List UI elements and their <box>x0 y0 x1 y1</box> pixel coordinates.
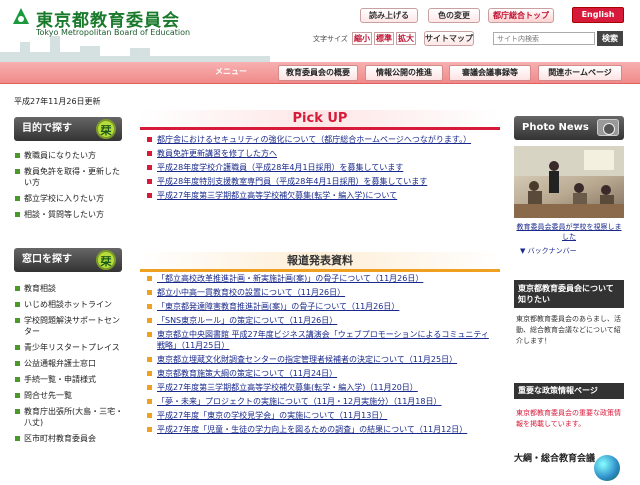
list-item[interactable]: 公益通報弁護士窓口 <box>14 358 126 369</box>
press-link[interactable]: 「SNS東京ルール」の策定について（11月26日） <box>157 316 337 325</box>
list-item: 都庁舎におけるセキュリティの強化について（都庁総合ホームページへつながります。） <box>146 134 496 145</box>
press-link[interactable]: 「都立高校改革推進計画・新実施計画(案)」の骨子について（11月26日） <box>157 274 423 283</box>
font-size-label: 文字サイズ <box>313 35 348 43</box>
font-standard-button[interactable]: 標準 <box>374 32 394 45</box>
policy-text: 東京都教育委員会の重要な政策情報を掲載しています。 <box>516 409 621 428</box>
news-photo[interactable] <box>514 146 624 218</box>
list-item[interactable]: 相談・質問等したい方 <box>14 209 126 220</box>
list-item: 「都立高校改革推進計画・新実施計画(案)」の骨子について（11月26日） <box>146 273 496 284</box>
header: 東京都教育委員会 Tokyo Metropolitan Board of Edu… <box>0 0 640 62</box>
list-item: 「SNS東京ルール」の策定について（11月26日） <box>146 315 496 326</box>
list-item: 平成27年度「児童・生徒の学力向上を図るための調査」の結果について（11月12日… <box>146 424 496 435</box>
tokyo-emblem-icon <box>13 8 29 24</box>
photo-news-title: Photo News <box>522 122 589 133</box>
list-item[interactable]: 学校問題解決サポートセンター <box>14 315 126 337</box>
know-board-text: 東京都教育委員会のあらまし、活動、総合教育会議などについて紹介します！ <box>516 315 621 345</box>
list-item[interactable]: 青少年リスタートプレイス <box>14 342 126 353</box>
press-link[interactable]: 東京都教育施策大綱の策定について（11月24日） <box>157 369 337 378</box>
list-item: 「夢・未来」プロジェクトの実施について（11月・12月実施分）（11月18日） <box>146 396 496 407</box>
list-item: 平成28年度特別支援教室専門員（平成28年4月1日採用）を募集しています <box>146 176 496 187</box>
list-item[interactable]: 教育相談 <box>14 283 126 294</box>
press-link[interactable]: 都立小中高一貫教育校の設置について（11月26日） <box>157 288 345 297</box>
site-subtitle: Tokyo Metropolitan Board of Education <box>36 28 191 37</box>
back-number-link[interactable]: ▼ バックナンバー <box>520 246 577 256</box>
list-item[interactable]: 都立学校に入りたい方 <box>14 193 126 204</box>
press-link[interactable]: 平成27年度「児童・生徒の学力向上を図るための調査」の結果について（11月12日… <box>157 425 467 434</box>
metro-top-button[interactable]: 都庁総合トップ <box>488 8 554 23</box>
list-item: 教員免許更新講習を修了した方へ <box>146 148 496 159</box>
list-item[interactable]: 教育庁出張所(大島・三宅・八丈) <box>14 406 126 428</box>
purpose-title: 目的で探す <box>22 123 72 134</box>
list-item: 都立小中高一貫教育校の設置について（11月26日） <box>146 287 496 298</box>
policy-heading[interactable]: 重要な政策情報ページ <box>514 383 624 399</box>
press-link[interactable]: 「東京都発達障害教育推進計画(案)」の骨子について（11月26日） <box>157 302 399 311</box>
sitemap-button[interactable]: サイトマップ <box>424 31 474 46</box>
purpose-heading: 目的で探す 栞 <box>14 117 122 141</box>
window-heading: 窓口を探す 栞 <box>14 248 122 272</box>
pickup-heading: Pick UP <box>140 110 500 130</box>
window-list: 教育相談 いじめ相談ホットライン 学校問題解決サポートセンター 青少年リスタート… <box>14 283 126 449</box>
purpose-list: 教職員になりたい方 教員免許を取得・更新したい方 都立学校に入りたい方 相談・質… <box>14 150 126 225</box>
search-input[interactable] <box>493 32 595 45</box>
nav-disclosure[interactable]: 情報公開の推進 <box>365 65 443 81</box>
color-change-button[interactable]: 色の変更 <box>428 8 480 23</box>
press-list: 「都立高校改革推進計画・新実施計画(案)」の骨子について（11月26日） 都立小… <box>146 273 496 438</box>
press-link[interactable]: 「夢・未来」プロジェクトの実施について（11月・12月実施分）（11月18日） <box>157 397 441 406</box>
press-link[interactable]: 平成27年度第三学期都立高等学校補欠募集(転学・編入学)（11月20日） <box>157 383 418 392</box>
list-item: 東京都教育施策大綱の策定について（11月24日） <box>146 368 496 379</box>
classroom-photo-icon <box>514 146 624 218</box>
pickup-link[interactable]: 平成28年度学校介護職員（平成28年4月1日採用）を募集しています <box>157 163 403 172</box>
list-item[interactable]: いじめ相談ホットライン <box>14 299 126 310</box>
pickup-link[interactable]: 平成28年度特別支援教室専門員（平成28年4月1日採用）を募集しています <box>157 177 427 186</box>
menu-label: メニュー <box>215 67 247 76</box>
logo[interactable]: 東京都教育委員会 Tokyo Metropolitan Board of Edu… <box>10 6 230 46</box>
pickup-list: 都庁舎におけるセキュリティの強化について（都庁総合ホームページへつながります。）… <box>146 134 496 204</box>
window-title: 窓口を探す <box>22 254 72 265</box>
photo-news-heading: Photo News <box>514 116 624 140</box>
globe-icon <box>594 455 620 481</box>
english-button[interactable]: English <box>572 7 624 23</box>
list-item[interactable]: 手続一覧・申請様式 <box>14 374 126 385</box>
updated-date: 平成27年11月26日更新 <box>14 97 101 106</box>
list-item[interactable]: 問合せ先一覧 <box>14 390 126 401</box>
list-item: 東京都立埋蔵文化財調査センターの指定管理者候補者の決定について（11月25日） <box>146 354 496 365</box>
know-board-heading[interactable]: 東京都教育委員会について知りたい <box>514 280 624 308</box>
press-heading: 報道発表資料 <box>140 252 500 272</box>
list-item: 平成27年度「東京の学校見学会」の実施について（11月13日） <box>146 410 496 421</box>
bookmark-icon: 栞 <box>96 250 116 270</box>
font-large-button[interactable]: 拡大 <box>396 32 416 45</box>
font-small-button[interactable]: 縮小 <box>352 32 372 45</box>
search-button[interactable]: 検索 <box>597 31 623 46</box>
nav-related[interactable]: 関連ホームページ <box>538 65 622 81</box>
list-item: 平成28年度学校介護職員（平成28年4月1日採用）を募集しています <box>146 162 496 173</box>
camera-icon <box>597 119 619 136</box>
list-item[interactable]: 教職員になりたい方 <box>14 150 126 161</box>
nav-overview[interactable]: 教育委員会の概要 <box>278 65 358 81</box>
list-item: 平成27年度第三学期都立高等学校補欠募集(転学・編入学)（11月20日） <box>146 382 496 393</box>
nav-minutes[interactable]: 審議会議事録等 <box>449 65 531 81</box>
press-link[interactable]: 東京都立中央図書館 平成27年度ビジネス講演会「ウェブプロモーションによるコミュ… <box>157 330 489 350</box>
photo-caption-link[interactable]: 教育委員会委員が学校を視察しました <box>514 222 624 242</box>
read-aloud-button[interactable]: 読み上げる <box>360 8 418 23</box>
list-item[interactable]: 区市町村教育委員会 <box>14 433 126 444</box>
list-item[interactable]: 教員免許を取得・更新したい方 <box>14 166 126 188</box>
navbar: メニュー 教育委員会の概要 情報公開の推進 審議会議事録等 関連ホームページ <box>0 62 640 84</box>
bookmark-icon: 栞 <box>96 119 116 139</box>
press-link[interactable]: 東京都立埋蔵文化財調査センターの指定管理者候補者の決定について（11月25日） <box>157 355 457 364</box>
pickup-link[interactable]: 教員免許更新講習を修了した方へ <box>157 149 277 158</box>
list-item: 東京都立中央図書館 平成27年度ビジネス講演会「ウェブプロモーションによるコミュ… <box>146 329 496 351</box>
pickup-link[interactable]: 都庁舎におけるセキュリティの強化について（都庁総合ホームページへつながります。） <box>157 135 471 144</box>
pickup-link[interactable]: 平成27年度第三学期都立高等学校補欠募集(転学・編入学)について <box>157 191 397 200</box>
list-item: 「東京都発達障害教育推進計画(案)」の骨子について（11月26日） <box>146 301 496 312</box>
press-link[interactable]: 平成27年度「東京の学校見学会」の実施について（11月13日） <box>157 411 387 420</box>
list-item: 平成27年度第三学期都立高等学校補欠募集(転学・編入学)について <box>146 190 496 201</box>
